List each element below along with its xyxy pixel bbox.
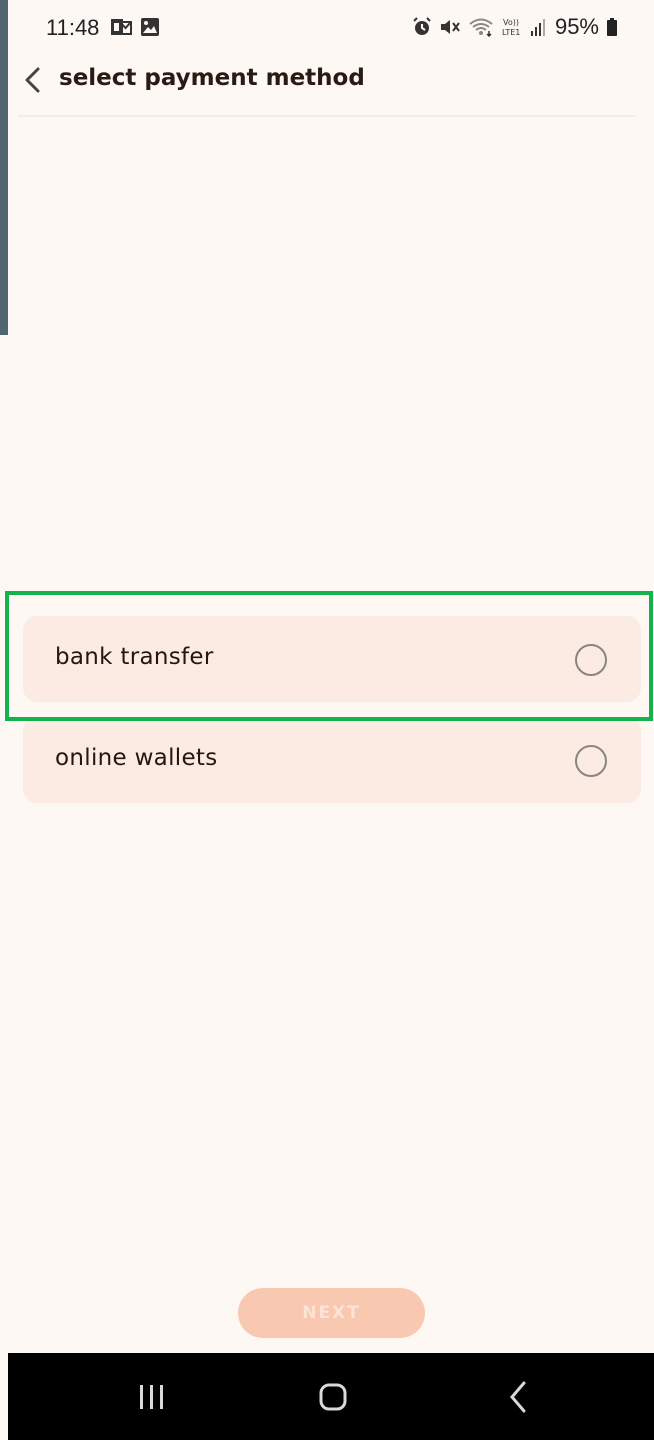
recents-button[interactable] — [132, 1377, 172, 1417]
battery-percent: 95% — [554, 14, 599, 39]
status-time: 11:48 — [46, 15, 100, 40]
nav-back-button[interactable] — [498, 1377, 538, 1417]
home-icon — [313, 1383, 353, 1421]
back-button[interactable] — [20, 64, 44, 96]
nav-bar — [8, 1353, 654, 1440]
back-icon — [498, 1381, 538, 1421]
alarm-icon — [412, 17, 432, 37]
home-button[interactable] — [313, 1377, 353, 1417]
option-label: bank transfer — [55, 644, 214, 670]
recents-icon — [132, 1385, 172, 1421]
svg-text:LTE1: LTE1 — [502, 28, 520, 37]
option-online-wallets[interactable]: online wallets — [23, 717, 641, 803]
screen: 11:48 Vo)) LTE1 95% select payment metho… — [0, 0, 654, 1440]
volte-icon: Vo)) LTE1 — [501, 16, 523, 38]
page-title: select payment method — [59, 65, 365, 91]
header: select payment method — [8, 56, 654, 116]
chevron-left-icon — [20, 67, 44, 100]
edge-strip — [0, 0, 8, 335]
outlook-icon — [110, 17, 132, 37]
signal-icon — [530, 17, 548, 37]
svg-text:Vo)): Vo)) — [503, 18, 519, 27]
radio-button[interactable] — [575, 745, 607, 777]
battery-icon — [606, 17, 618, 37]
radio-button[interactable] — [575, 644, 607, 676]
option-label: online wallets — [55, 745, 218, 771]
next-button[interactable]: NEXT — [238, 1288, 425, 1338]
status-bar: 11:48 Vo)) LTE1 95% — [8, 0, 654, 56]
option-bank-transfer[interactable]: bank transfer — [23, 616, 641, 702]
status-right: Vo)) LTE1 95% — [412, 14, 618, 40]
image-icon — [140, 17, 160, 37]
header-divider — [18, 115, 636, 117]
status-left-icons — [110, 17, 160, 37]
mute-icon — [439, 17, 461, 37]
wifi-icon — [468, 17, 494, 37]
